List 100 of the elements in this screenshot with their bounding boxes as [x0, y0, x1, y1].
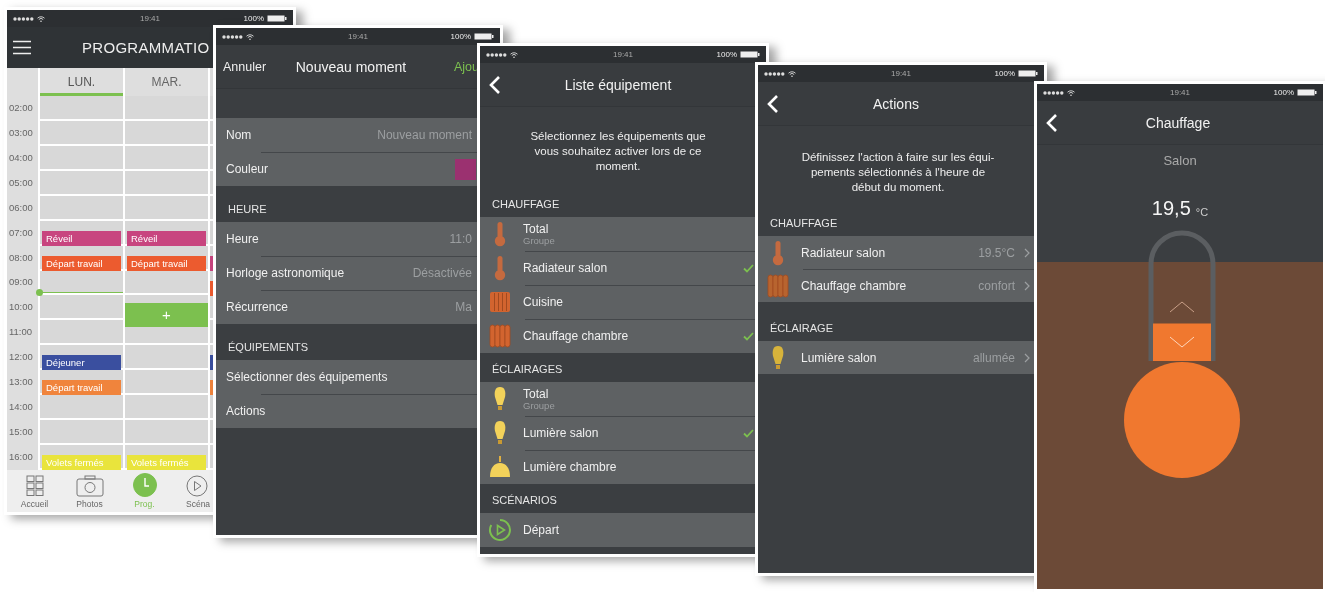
- row-label[interactable]: Actions: [226, 404, 266, 418]
- name-field[interactable]: Nouveau moment: [342, 128, 472, 142]
- chevron-right-icon[interactable]: [1024, 352, 1030, 363]
- item-label[interactable]: Lumière salon: [801, 350, 877, 365]
- battery-icon: [740, 51, 760, 58]
- row-label[interactable]: Horloge astronomique: [226, 266, 345, 280]
- thermometer-icon: [493, 255, 507, 281]
- hour-label: 13:00: [8, 375, 34, 390]
- status-time: 19:41: [140, 14, 160, 23]
- hour-label: 05:00: [8, 175, 34, 190]
- tab-button[interactable]: Scéna: [172, 470, 210, 512]
- back-icon[interactable]: [1046, 113, 1058, 133]
- section-header: HEURE: [228, 203, 267, 215]
- item-label[interactable]: Radiateur salon: [523, 261, 608, 275]
- row-label[interactable]: Heure: [226, 232, 259, 246]
- item-label[interactable]: Départ: [523, 523, 560, 537]
- item-value: allumée: [972, 350, 1015, 365]
- row-label[interactable]: Sélectionner des équipements: [226, 370, 388, 384]
- row-label[interactable]: Récurrence: [226, 300, 289, 314]
- hour-label: 16:00: [8, 449, 34, 464]
- screen-title: Chauffage: [1145, 114, 1211, 131]
- row-label[interactable]: Nom: [226, 128, 252, 142]
- event-block[interactable]: Déjeuner: [42, 355, 121, 371]
- chevron-up-icon[interactable]: [1169, 301, 1195, 313]
- event-block[interactable]: Réveil: [42, 230, 121, 246]
- play-icon: [186, 475, 208, 497]
- light-bulb-icon: [771, 344, 785, 371]
- back-icon[interactable]: [489, 75, 501, 95]
- item-label[interactable]: Total: [523, 222, 555, 236]
- item-subtitle: Groupe: [523, 401, 555, 411]
- item-label[interactable]: Radiateur salon: [801, 245, 886, 260]
- event-block[interactable]: Départ travail: [127, 255, 206, 271]
- battery-icon: [1297, 89, 1317, 96]
- item-subtitle: Groupe: [523, 236, 555, 246]
- instruction-text: Définissez l'action à faire sur les équi-pements sélectionnés à l'heure de début du moment.: [800, 150, 996, 195]
- row-value: 11:0: [449, 232, 472, 246]
- play-icon[interactable]: [488, 518, 512, 542]
- screen-title: Liste équipement: [564, 76, 672, 93]
- tab-button[interactable]: Photos: [62, 470, 117, 512]
- battery-icon: [267, 15, 287, 22]
- battery-percent: 100%: [1273, 88, 1294, 97]
- chevron-right-icon[interactable]: [1024, 280, 1030, 291]
- signal-icon: [1043, 90, 1064, 95]
- wifi-icon: [1067, 89, 1075, 96]
- color-swatch[interactable]: [455, 158, 476, 180]
- light-bulb-icon: [493, 420, 507, 446]
- item-label[interactable]: Total: [523, 387, 555, 401]
- hour-label: 08:00: [8, 250, 34, 265]
- lamp-icon: [489, 455, 511, 479]
- battery-percent: 100%: [716, 50, 737, 59]
- chevron-down-icon[interactable]: [1169, 336, 1195, 348]
- row-value: Ma: [455, 300, 472, 314]
- thermometer-icon: [493, 221, 507, 247]
- day-tab[interactable]: MAR.: [125, 68, 208, 96]
- cancel-button[interactable]: Annuler: [223, 59, 267, 74]
- hour-label: 02:00: [8, 101, 34, 115]
- radiator-icon: [489, 323, 511, 349]
- radiator-icon: [489, 290, 511, 314]
- signal-icon: [764, 71, 785, 76]
- item-label[interactable]: Chauffage chambre: [801, 278, 907, 293]
- thermometer-tube[interactable]: [1148, 230, 1216, 361]
- chevron-right-icon[interactable]: [1024, 247, 1030, 258]
- event-block[interactable]: Départ travail: [42, 255, 121, 271]
- battery-percent: 100%: [243, 14, 264, 23]
- hour-label: 07:00: [8, 225, 34, 240]
- temperature-unit: °C: [1195, 206, 1209, 218]
- section-header: CHAUFFAGE: [492, 198, 560, 210]
- thermometer-fill[interactable]: [1153, 323, 1211, 361]
- row-label[interactable]: Couleur: [226, 162, 269, 176]
- section-header: CHAUFFAGE: [770, 217, 838, 229]
- temperature-value: 19,5: [1151, 197, 1191, 220]
- item-label[interactable]: Lumière salon: [523, 426, 599, 440]
- wifi-icon: [510, 51, 518, 58]
- signal-icon: [222, 34, 243, 39]
- battery-icon: [474, 33, 494, 40]
- item-value: confort: [978, 278, 1015, 293]
- screen-title: Actions: [873, 95, 919, 112]
- status-time: 19:41: [348, 32, 368, 41]
- wifi-icon: [788, 70, 796, 77]
- section-header: ÉCLAIRAGE: [770, 322, 833, 334]
- hour-label: 12:00: [8, 350, 34, 365]
- hour-label: 09:00: [8, 275, 34, 290]
- wifi-icon: [246, 33, 254, 40]
- back-icon[interactable]: [767, 94, 779, 114]
- battery-percent: 100%: [994, 69, 1015, 78]
- menu-icon[interactable]: [13, 40, 31, 55]
- signal-icon: [486, 52, 507, 57]
- hour-label: 06:00: [8, 200, 34, 215]
- hour-label: 04:00: [8, 150, 34, 165]
- hour-label: 15:00: [8, 425, 34, 439]
- item-label[interactable]: Chauffage chambre: [523, 329, 629, 343]
- day-tab[interactable]: LUN.: [40, 68, 123, 96]
- item-label[interactable]: Lumière chambre: [523, 460, 617, 474]
- tab-button[interactable]: Accueil: [7, 470, 62, 512]
- event-block[interactable]: Réveil: [127, 230, 206, 246]
- status-time: 19:41: [1170, 88, 1190, 97]
- row-value: Désactivée: [412, 266, 472, 280]
- thermometer-icon: [771, 239, 785, 266]
- grid-icon: [25, 475, 44, 497]
- item-label[interactable]: Cuisine: [523, 295, 564, 309]
